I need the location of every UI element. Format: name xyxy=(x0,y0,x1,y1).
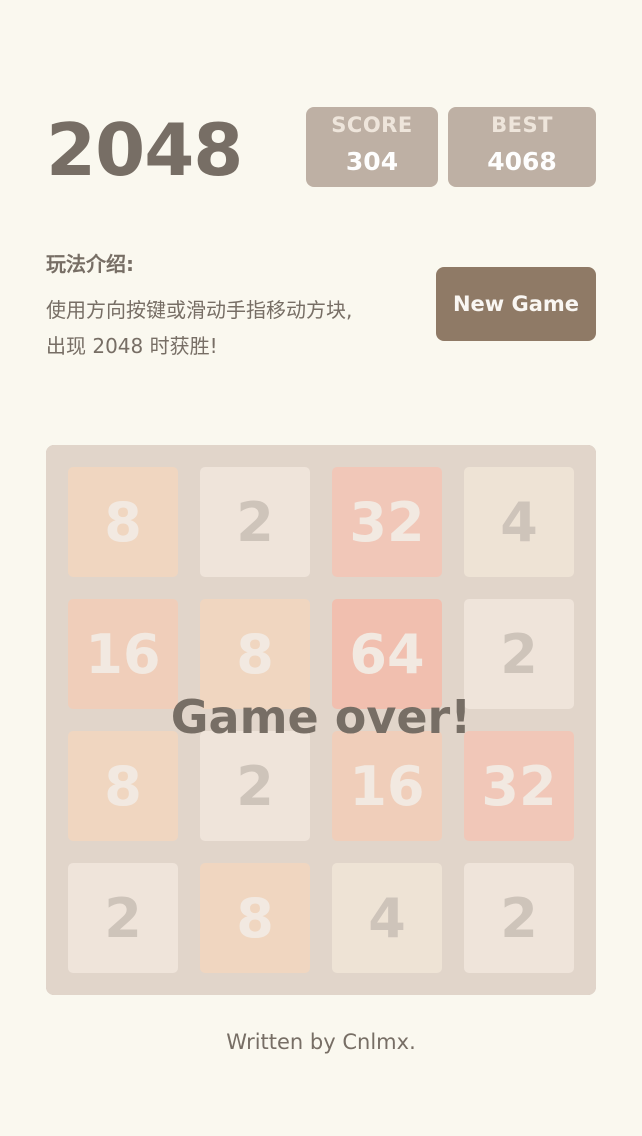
score-box: SCORE 304 xyxy=(306,107,438,187)
game-over-overlay: Game over! xyxy=(46,445,596,995)
score-value: 304 xyxy=(345,147,399,176)
footer-prefix: Written by xyxy=(226,1030,343,1054)
game-title: 2048 xyxy=(46,108,243,192)
footer: Written by Cnlmx. xyxy=(0,1030,642,1054)
game-over-message: Game over! xyxy=(170,690,472,744)
game-board[interactable]: 8 2 32 4 16 8 64 2 8 2 16 32 2 8 4 2 Gam… xyxy=(46,445,596,995)
footer-suffix: . xyxy=(409,1030,416,1054)
best-label: BEST xyxy=(491,113,553,137)
intro-line-2: 出现 2048 时获胜! xyxy=(46,334,218,358)
author-link[interactable]: Cnlmx xyxy=(342,1030,409,1054)
score-label: SCORE xyxy=(331,113,413,137)
best-score-box: BEST 4068 xyxy=(448,107,596,187)
new-game-button[interactable]: New Game xyxy=(436,267,596,341)
intro-line-1: 使用方向按键或滑动手指移动方块, xyxy=(46,298,353,322)
best-value: 4068 xyxy=(487,147,557,176)
intro-heading: 玩法介绍: xyxy=(46,252,134,276)
intro-text: 使用方向按键或滑动手指移动方块, 出现 2048 时获胜! xyxy=(46,292,426,364)
